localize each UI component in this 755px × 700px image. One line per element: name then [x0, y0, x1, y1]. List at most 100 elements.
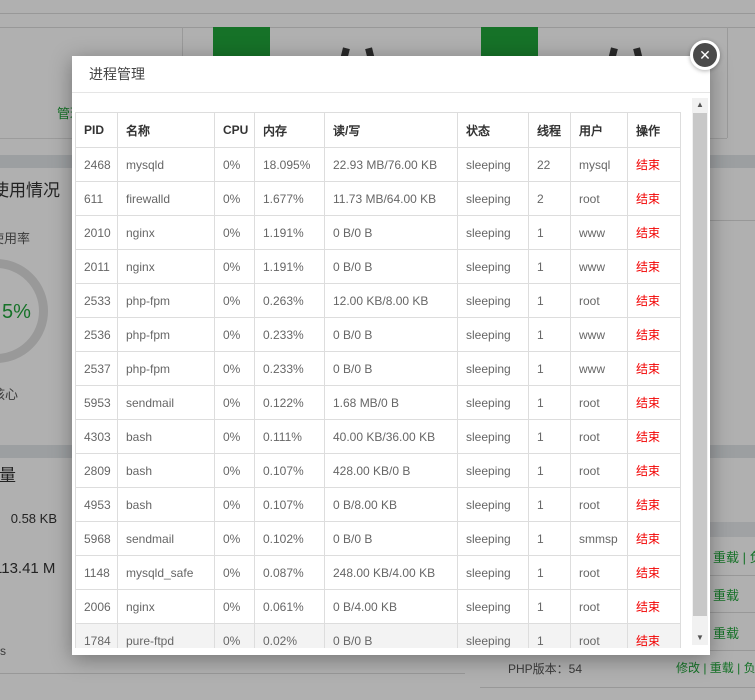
cell-cpu: 0%: [215, 454, 255, 488]
cell-status: sleeping: [458, 556, 529, 590]
scroll-up-icon[interactable]: ▲: [692, 98, 708, 112]
cell-memory: 0.102%: [255, 522, 325, 556]
cell-threads: 1: [529, 454, 571, 488]
process-row: 611firewalld0%1.677%11.73 MB/64.00 KBsle…: [76, 182, 681, 216]
cell-cpu: 0%: [215, 148, 255, 182]
cell-threads: 1: [529, 250, 571, 284]
kill-process-link[interactable]: 结束: [636, 464, 660, 478]
kill-process-link[interactable]: 结束: [636, 192, 660, 206]
cell-action: 结束: [628, 182, 681, 216]
kill-process-link[interactable]: 结束: [636, 600, 660, 614]
cell-user: www: [571, 318, 628, 352]
kill-process-link[interactable]: 结束: [636, 498, 660, 512]
cell-readwrite: 0 B/4.00 KB: [325, 590, 458, 624]
kill-process-link[interactable]: 结束: [636, 260, 660, 274]
cell-name: bash: [118, 488, 215, 522]
cell-action: 结束: [628, 624, 681, 649]
cell-action: 结束: [628, 250, 681, 284]
cell-user: www: [571, 216, 628, 250]
cell-readwrite: 0 B/0 B: [325, 250, 458, 284]
cell-name: bash: [118, 454, 215, 488]
cell-cpu: 0%: [215, 522, 255, 556]
cell-threads: 1: [529, 488, 571, 522]
col-header-pid: PID: [76, 113, 118, 148]
process-row: 2011nginx0%1.191%0 B/0 Bsleeping1www结束: [76, 250, 681, 284]
kill-process-link[interactable]: 结束: [636, 158, 660, 172]
cell-status: sleeping: [458, 284, 529, 318]
col-header-readwrite: 读/写: [325, 113, 458, 148]
kill-process-link[interactable]: 结束: [636, 532, 660, 546]
cell-status: sleeping: [458, 182, 529, 216]
kill-process-link[interactable]: 结束: [636, 328, 660, 342]
cell-readwrite: 12.00 KB/8.00 KB: [325, 284, 458, 318]
col-header-cpu: CPU: [215, 113, 255, 148]
cell-readwrite: 0 B/0 B: [325, 522, 458, 556]
cell-action: 结束: [628, 556, 681, 590]
cell-status: sleeping: [458, 318, 529, 352]
process-row: 2537php-fpm0%0.233%0 B/0 Bsleeping1www结束: [76, 352, 681, 386]
cell-memory: 1.191%: [255, 250, 325, 284]
cell-threads: 2: [529, 182, 571, 216]
process-table-scroll-area: PID名称CPU内存读/写状态线程用户操作 2468mysqld0%18.095…: [74, 98, 684, 648]
kill-process-link[interactable]: 结束: [636, 634, 660, 648]
cell-name: php-fpm: [118, 318, 215, 352]
cell-action: 结束: [628, 590, 681, 624]
cell-user: root: [571, 488, 628, 522]
cell-user: root: [571, 420, 628, 454]
cell-memory: 1.191%: [255, 216, 325, 250]
cell-memory: 0.122%: [255, 386, 325, 420]
cell-memory: 18.095%: [255, 148, 325, 182]
cell-readwrite: 1.68 MB/0 B: [325, 386, 458, 420]
cell-status: sleeping: [458, 522, 529, 556]
kill-process-link[interactable]: 结束: [636, 566, 660, 580]
kill-process-link[interactable]: 结束: [636, 226, 660, 240]
cell-action: 结束: [628, 454, 681, 488]
cell-memory: 1.677%: [255, 182, 325, 216]
cell-user: root: [571, 182, 628, 216]
cell-user: mysql: [571, 148, 628, 182]
cell-action: 结束: [628, 148, 681, 182]
cell-pid: 611: [76, 182, 118, 216]
kill-process-link[interactable]: 结束: [636, 430, 660, 444]
cell-name: nginx: [118, 216, 215, 250]
cell-pid: 2533: [76, 284, 118, 318]
modal-header: 进程管理: [72, 56, 710, 93]
cell-readwrite: 40.00 KB/36.00 KB: [325, 420, 458, 454]
cell-cpu: 0%: [215, 216, 255, 250]
col-header-status: 状态: [458, 113, 529, 148]
cell-pid: 2006: [76, 590, 118, 624]
kill-process-link[interactable]: 结束: [636, 396, 660, 410]
cell-memory: 0.111%: [255, 420, 325, 454]
cell-pid: 2468: [76, 148, 118, 182]
process-table: PID名称CPU内存读/写状态线程用户操作 2468mysqld0%18.095…: [75, 112, 681, 648]
cell-readwrite: 0 B/0 B: [325, 216, 458, 250]
cell-memory: 0.263%: [255, 284, 325, 318]
process-row: 2006nginx0%0.061%0 B/4.00 KBsleeping1roo…: [76, 590, 681, 624]
scroll-down-icon[interactable]: ▼: [692, 631, 708, 645]
cell-threads: 1: [529, 318, 571, 352]
kill-process-link[interactable]: 结束: [636, 362, 660, 376]
col-header-threads: 线程: [529, 113, 571, 148]
close-icon[interactable]: ✕: [690, 40, 720, 70]
cell-threads: 1: [529, 284, 571, 318]
process-row: 2536php-fpm0%0.233%0 B/0 Bsleeping1www结束: [76, 318, 681, 352]
cell-cpu: 0%: [215, 590, 255, 624]
cell-readwrite: 0 B/0 B: [325, 318, 458, 352]
cell-name: php-fpm: [118, 284, 215, 318]
cell-cpu: 0%: [215, 624, 255, 649]
cell-memory: 0.107%: [255, 454, 325, 488]
scrollbar-thumb[interactable]: [693, 113, 707, 616]
cell-cpu: 0%: [215, 250, 255, 284]
cell-name: mysqld: [118, 148, 215, 182]
col-header-name: 名称: [118, 113, 215, 148]
process-table-header-row: PID名称CPU内存读/写状态线程用户操作: [76, 113, 681, 148]
cell-pid: 2536: [76, 318, 118, 352]
col-header-action: 操作: [628, 113, 681, 148]
cell-status: sleeping: [458, 216, 529, 250]
cell-threads: 1: [529, 420, 571, 454]
process-row: 4303bash0%0.111%40.00 KB/36.00 KBsleepin…: [76, 420, 681, 454]
modal-scrollbar[interactable]: ▲ ▼: [692, 98, 708, 645]
cell-name: nginx: [118, 250, 215, 284]
cell-pid: 5968: [76, 522, 118, 556]
kill-process-link[interactable]: 结束: [636, 294, 660, 308]
